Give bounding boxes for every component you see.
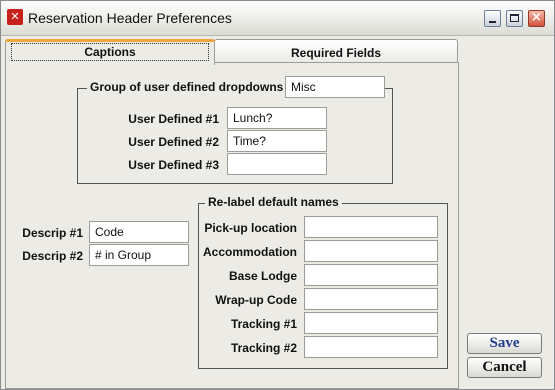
descrip-1-field[interactable]: Code <box>89 221 189 243</box>
app-logo-icon: ✕ <box>7 9 23 25</box>
user-defined-1-label: User Defined #1 <box>128 112 219 126</box>
user-defined-3-field[interactable] <box>227 153 327 175</box>
minimize-button[interactable] <box>484 10 501 27</box>
tab-required-fields-label: Required Fields <box>290 46 382 60</box>
base-lodge-field[interactable] <box>304 264 438 286</box>
user-defined-2-label: User Defined #2 <box>128 135 219 149</box>
title-bar[interactable]: ✕ Reservation Header Preferences × <box>1 1 554 36</box>
relabel-group-title: Re-label default names <box>205 195 342 209</box>
tab-captions[interactable]: Captions <box>5 39 215 65</box>
tracking-1-label: Tracking #1 <box>230 317 297 331</box>
preferences-window: ✕ Reservation Header Preferences × Capti… <box>0 0 555 390</box>
tracking-2-field[interactable] <box>304 336 438 358</box>
maximize-button[interactable] <box>506 10 523 27</box>
descrip-2-label: Descrip #2 <box>22 249 83 263</box>
tracking-1-field[interactable] <box>304 312 438 334</box>
descrip-2-field[interactable]: # in Group <box>89 244 189 266</box>
accommodation-field[interactable] <box>304 240 438 262</box>
maximize-icon <box>510 14 519 22</box>
user-defined-2-field[interactable]: Time? <box>227 130 327 152</box>
cancel-button[interactable]: Cancel <box>467 357 542 378</box>
close-icon: × <box>531 10 542 25</box>
tracking-2-label: Tracking #2 <box>230 341 297 355</box>
group-name-field[interactable]: Misc <box>285 76 385 98</box>
window-title: Reservation Header Preferences <box>28 10 232 26</box>
descrip-1-label: Descrip #1 <box>22 226 83 240</box>
pickup-location-field[interactable] <box>304 216 438 238</box>
close-button[interactable]: × <box>528 10 545 27</box>
accommodation-label: Accommodation <box>202 245 297 259</box>
user-defined-1-field[interactable]: Lunch? <box>227 107 327 129</box>
pickup-location-label: Pick-up location <box>204 221 297 235</box>
dropdown-group-title: Group of user defined dropdowns <box>87 80 287 94</box>
wrap-up-code-field[interactable] <box>304 288 438 310</box>
base-lodge-label: Base Lodge <box>228 269 297 283</box>
user-defined-3-label: User Defined #3 <box>128 158 219 172</box>
minimize-icon <box>489 21 496 23</box>
wrap-up-code-label: Wrap-up Code <box>215 293 297 307</box>
save-button[interactable]: Save <box>467 333 542 354</box>
captions-panel: Group of user defined dropdowns Misc Use… <box>5 62 459 389</box>
tab-captions-label: Captions <box>11 43 209 61</box>
tab-required-fields[interactable]: Required Fields <box>214 39 458 64</box>
